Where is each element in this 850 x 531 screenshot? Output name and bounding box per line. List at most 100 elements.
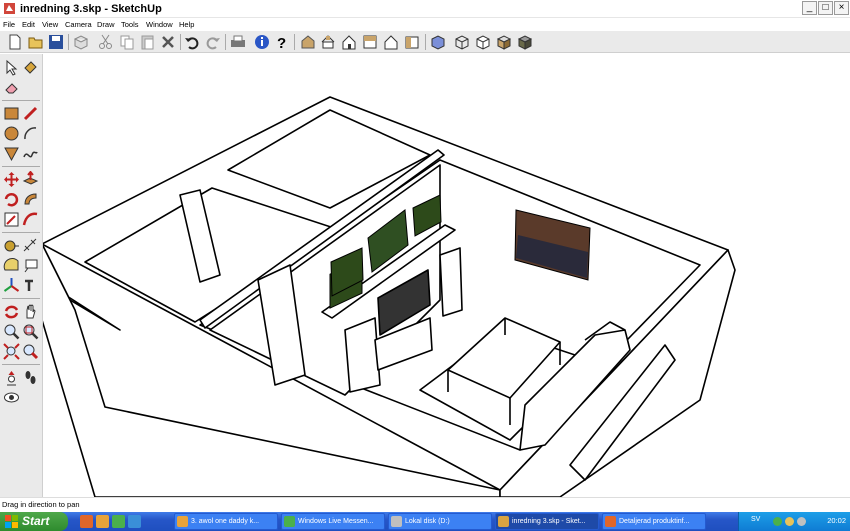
tape-measure-icon[interactable] <box>3 237 20 254</box>
follow-me-icon[interactable] <box>22 191 39 208</box>
maximize-button[interactable]: □ <box>818 1 833 15</box>
room-model-drawing <box>43 96 736 497</box>
select-icon[interactable] <box>3 59 20 76</box>
cut-icon[interactable] <box>97 33 115 51</box>
system-tray: SV 20:02 <box>738 512 850 531</box>
media-quicklaunch-icon[interactable] <box>96 515 109 528</box>
browser-task-icon <box>605 516 616 527</box>
arc-icon[interactable] <box>22 125 39 142</box>
zoom-icon[interactable] <box>3 323 20 340</box>
tray-volume-icon[interactable] <box>797 517 806 526</box>
messenger-quicklaunch-icon[interactable] <box>112 515 125 528</box>
orbit-icon[interactable] <box>3 303 20 320</box>
rotate-icon[interactable] <box>3 191 20 208</box>
polygon-icon[interactable] <box>3 145 20 162</box>
taskbar: Start 3. awol one daddy k... Windows Liv… <box>0 512 850 531</box>
windows-logo-icon <box>5 515 18 528</box>
axes-icon[interactable] <box>3 277 20 294</box>
offset-icon[interactable] <box>22 211 39 228</box>
tray-messenger-icon[interactable] <box>773 517 782 526</box>
copy-icon[interactable] <box>118 33 136 51</box>
menu-tools[interactable]: Tools <box>121 18 139 31</box>
help-icon[interactable]: ? <box>273 33 291 51</box>
firefox-quicklaunch-icon[interactable] <box>80 515 93 528</box>
save-icon[interactable] <box>47 33 65 51</box>
minimize-button[interactable]: _ <box>802 1 817 15</box>
hidden-line-icon[interactable] <box>474 33 492 51</box>
messenger-task-icon <box>284 516 295 527</box>
walk-icon[interactable] <box>22 369 39 386</box>
task-messenger[interactable]: Windows Live Messen... <box>281 513 385 530</box>
ie-quicklaunch-icon[interactable] <box>128 515 141 528</box>
position-camera-icon[interactable] <box>3 369 20 386</box>
menu-draw[interactable]: Draw <box>97 18 115 31</box>
iso-view-icon[interactable] <box>299 33 317 51</box>
start-button[interactable]: Start <box>0 512 68 531</box>
left-view-icon[interactable] <box>403 33 421 51</box>
3d-text-icon[interactable] <box>22 277 39 294</box>
task-music[interactable]: 3. awol one daddy k... <box>174 513 278 530</box>
task-sketchup[interactable]: inredning 3.skp - Sket... <box>495 513 599 530</box>
rectangle-icon[interactable] <box>3 105 20 122</box>
model-info-icon[interactable] <box>253 33 271 51</box>
redo-icon[interactable] <box>204 33 222 51</box>
push-pull-icon[interactable] <box>22 171 39 188</box>
open-icon[interactable] <box>27 33 45 51</box>
front-view-icon[interactable] <box>340 33 358 51</box>
model-viewport[interactable] <box>43 54 850 497</box>
new-icon[interactable] <box>6 33 24 51</box>
sketchup-app-icon <box>4 3 15 14</box>
zoom-extents-icon[interactable] <box>3 343 20 360</box>
text-icon[interactable] <box>22 257 39 274</box>
task-disk[interactable]: Lokal disk (D:) <box>388 513 492 530</box>
start-label: Start <box>22 514 50 528</box>
clock: 20:02 <box>827 516 846 525</box>
tray-network-icon[interactable] <box>785 517 794 526</box>
print-icon[interactable] <box>229 33 247 51</box>
paste-icon[interactable] <box>139 33 157 51</box>
look-around-icon[interactable] <box>3 389 20 406</box>
title-bar: inredning 3.skp - SketchUp _ □ × <box>0 0 850 18</box>
freehand-icon[interactable] <box>22 145 39 162</box>
scale-icon[interactable] <box>3 211 20 228</box>
wireframe-icon[interactable] <box>453 33 471 51</box>
xray-icon[interactable] <box>429 33 447 51</box>
menu-file[interactable]: File <box>3 18 15 31</box>
status-text: Drag in direction to pan <box>2 500 80 509</box>
paint-bucket-icon[interactable] <box>22 59 39 76</box>
line-icon[interactable] <box>22 105 39 122</box>
menu-edit[interactable]: Edit <box>22 18 35 31</box>
svg-text:?: ? <box>277 35 286 51</box>
right-view-icon[interactable] <box>361 33 379 51</box>
main-toolbar: ? <box>0 31 850 53</box>
left-toolbar <box>0 54 43 497</box>
eraser-icon[interactable] <box>3 79 20 96</box>
circle-icon[interactable] <box>3 125 20 142</box>
protractor-icon[interactable] <box>3 257 20 274</box>
back-view-icon[interactable] <box>382 33 400 51</box>
dimension-icon[interactable] <box>22 237 39 254</box>
pan-icon[interactable] <box>22 303 39 320</box>
disk-task-icon <box>391 516 402 527</box>
task-browser[interactable]: Detaljerad produktinf... <box>602 513 706 530</box>
sketchup-task-icon <box>498 516 509 527</box>
shaded-icon[interactable] <box>495 33 513 51</box>
erase-icon[interactable] <box>159 33 177 51</box>
status-bar: Drag in direction to pan <box>0 497 850 512</box>
window-title: inredning 3.skp - SketchUp <box>20 3 162 15</box>
menu-help[interactable]: Help <box>179 18 194 31</box>
top-view-icon[interactable] <box>319 33 337 51</box>
menu-view[interactable]: View <box>42 18 58 31</box>
zoom-window-icon[interactable] <box>22 323 39 340</box>
close-button[interactable]: × <box>834 1 849 15</box>
undo-icon[interactable] <box>183 33 201 51</box>
language-indicator[interactable]: SV <box>751 516 760 523</box>
menu-window[interactable]: Window <box>146 18 173 31</box>
make-component-icon[interactable] <box>72 33 90 51</box>
previous-view-icon[interactable] <box>22 343 39 360</box>
menu-camera[interactable]: Camera <box>65 18 92 31</box>
music-task-icon <box>177 516 188 527</box>
menu-bar: File Edit View Camera Draw Tools Window … <box>0 18 850 31</box>
move-icon[interactable] <box>3 171 20 188</box>
shaded-textures-icon[interactable] <box>516 33 534 51</box>
